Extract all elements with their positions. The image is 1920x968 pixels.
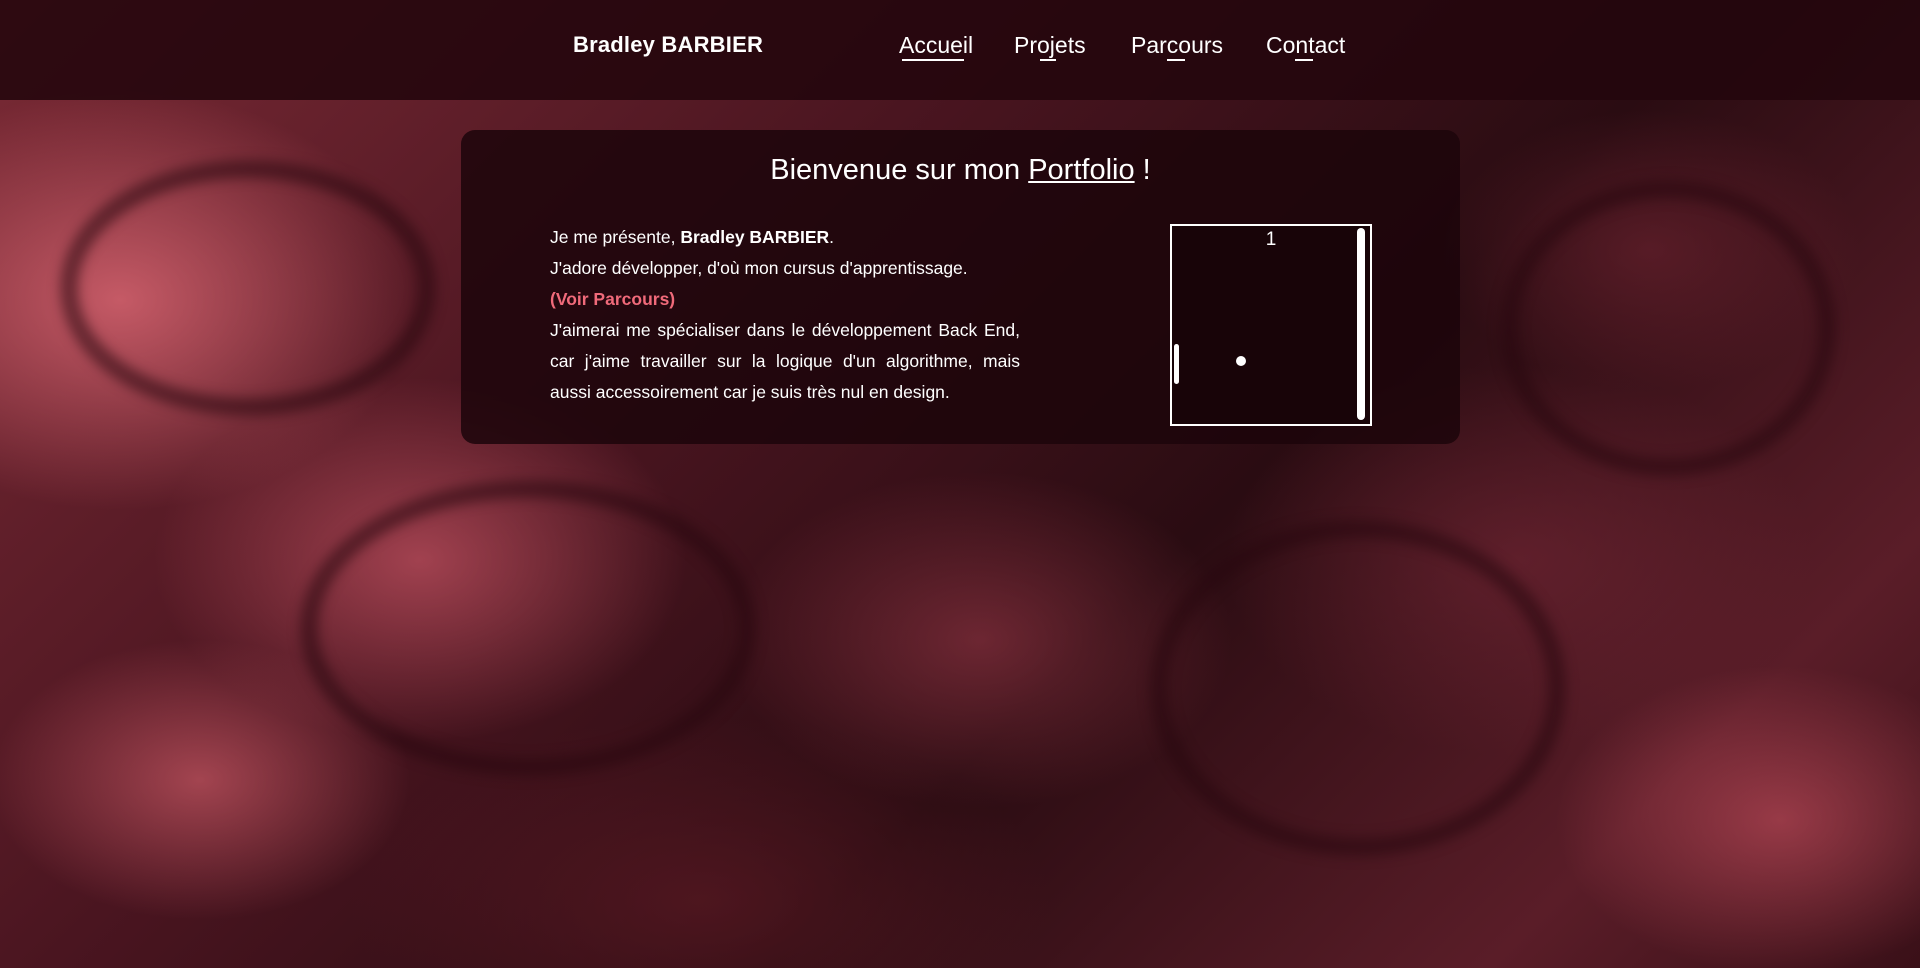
- hover-underline: [1295, 59, 1313, 61]
- pong-ball: [1236, 356, 1246, 366]
- page-title: Bienvenue sur mon Portfolio !: [461, 154, 1460, 187]
- intro-prefix: Je me présente,: [550, 227, 681, 247]
- hover-underline: [1167, 59, 1185, 61]
- voir-parcours-link[interactable]: (Voir Parcours): [550, 284, 1020, 315]
- title-prefix: Bienvenue sur mon: [770, 154, 1029, 186]
- nav-link-label: Parcours: [1131, 32, 1224, 58]
- title-suffix: !: [1134, 154, 1151, 186]
- site-brand[interactable]: Bradley BARBIER: [573, 32, 763, 58]
- nav-link-contact[interactable]: Contact: [1266, 32, 1346, 61]
- hover-underline: [1040, 59, 1056, 61]
- nav-link-accueil[interactable]: Accueil: [899, 32, 974, 61]
- background-swirl: [1150, 520, 1566, 856]
- intro-line: J'adore développer, d'où mon cursus d'ap…: [550, 258, 968, 278]
- portfolio-link[interactable]: Portfolio: [1028, 154, 1134, 186]
- background-swirl: [60, 160, 436, 416]
- welcome-card: Bienvenue sur mon Portfolio ! Je me prés…: [461, 130, 1460, 444]
- active-underline: [902, 59, 964, 61]
- nav-link-label: Accueil: [899, 32, 974, 58]
- nav-link-label: Contact: [1266, 32, 1346, 58]
- left-paddle[interactable]: [1174, 344, 1179, 384]
- pong-game[interactable]: 1: [1170, 224, 1372, 426]
- top-navbar: Bradley BARBIER Accueil Projets Parcours…: [0, 0, 1920, 100]
- background-swirl: [1500, 180, 1836, 476]
- author-name: Bradley BARBIER: [680, 227, 830, 247]
- intro-suffix: .: [829, 227, 835, 247]
- background-swirl: [300, 480, 756, 776]
- nav-link-label: Projets: [1014, 32, 1086, 58]
- right-paddle: [1357, 228, 1365, 420]
- nav-link-parcours[interactable]: Parcours: [1131, 32, 1224, 61]
- intro-line: Je me présente, Bradley BARBIER.: [550, 222, 1020, 253]
- intro-line: J'aimerai me spécialiser dans le dévelop…: [550, 320, 1020, 402]
- intro-text: Je me présente, Bradley BARBIER. J'adore…: [550, 222, 1020, 408]
- pong-score: 1: [1265, 229, 1277, 250]
- nav-link-projets[interactable]: Projets: [1014, 32, 1086, 61]
